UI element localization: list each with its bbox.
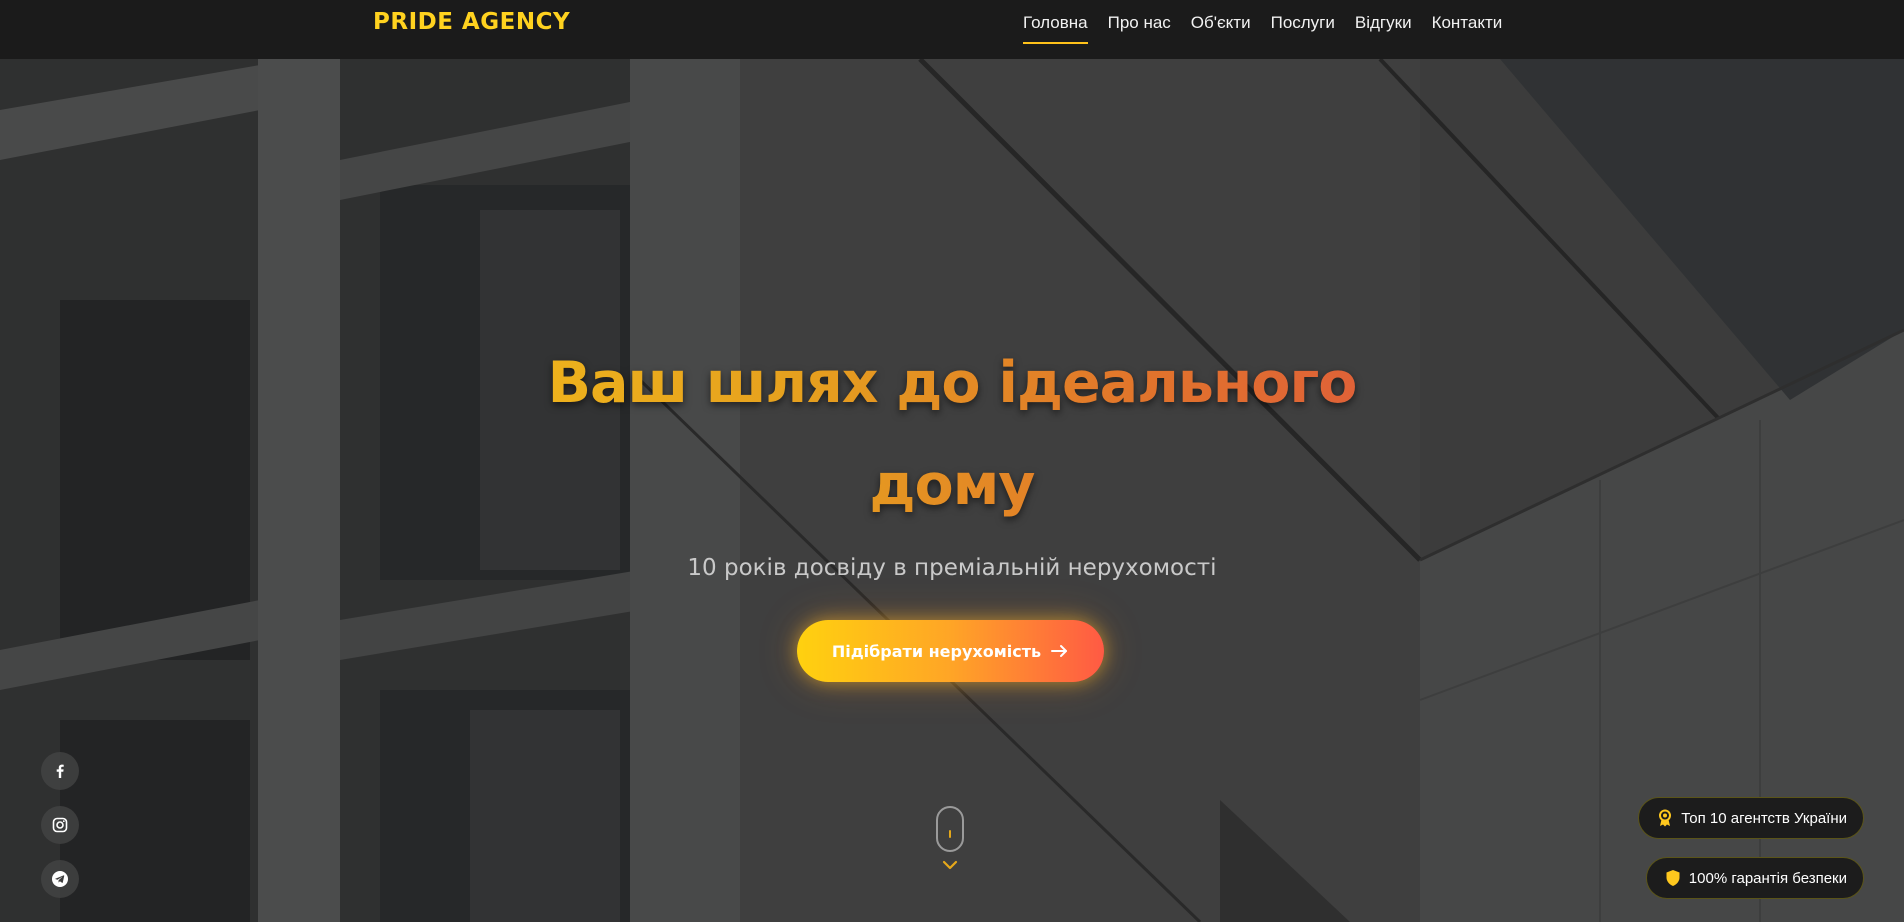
cta-label: Підібрати нерухомість bbox=[831, 641, 1042, 661]
logo[interactable]: PRIDE AGENCY bbox=[373, 9, 570, 35]
telegram-icon bbox=[52, 871, 68, 887]
chevron-down-icon[interactable] bbox=[942, 859, 958, 871]
instagram-icon bbox=[52, 817, 68, 833]
facebook-icon bbox=[56, 764, 64, 778]
nav-item-contacts[interactable]: Контакти bbox=[1432, 0, 1503, 33]
shield-icon bbox=[1666, 870, 1680, 886]
hero-subtitle: 10 років досвіду в преміальній нерухомос… bbox=[687, 555, 1217, 581]
site-header: PRIDE AGENCY Головна Про нас Об'єкти Пос… bbox=[0, 0, 1904, 59]
find-property-button[interactable]: Підібрати нерухомість bbox=[797, 620, 1104, 682]
nav-item-about[interactable]: Про нас bbox=[1108, 0, 1171, 33]
nav-item-home[interactable]: Головна bbox=[1023, 0, 1088, 44]
telegram-link[interactable] bbox=[41, 860, 79, 898]
safety-guarantee-badge: 100% гарантія безпеки bbox=[1645, 857, 1864, 899]
main-nav: Головна Про нас Об'єкти Послуги Відгуки … bbox=[1023, 0, 1502, 47]
nav-item-reviews[interactable]: Відгуки bbox=[1355, 0, 1412, 33]
page: PRIDE AGENCY Головна Про нас Об'єкти Пос… bbox=[0, 0, 1904, 922]
mouse-wheel bbox=[949, 830, 951, 838]
arrow-right-icon bbox=[1051, 645, 1068, 657]
top-agencies-badge: Топ 10 агентств України bbox=[1638, 797, 1864, 839]
hero-title-line1: Ваш шлях до ідеального bbox=[547, 350, 1357, 416]
facebook-link[interactable] bbox=[41, 752, 79, 790]
badge-label: Топ 10 агентств України bbox=[1681, 809, 1847, 827]
nav-item-objects[interactable]: Об'єкти bbox=[1191, 0, 1251, 33]
badge-label: 100% гарантія безпеки bbox=[1688, 869, 1847, 887]
instagram-link[interactable] bbox=[41, 806, 79, 844]
hero-title: Ваш шлях до ідеального дому bbox=[452, 332, 1452, 536]
award-icon bbox=[1659, 809, 1672, 827]
hero-title-line2: дому bbox=[869, 452, 1035, 518]
nav-item-services[interactable]: Послуги bbox=[1271, 0, 1335, 33]
scroll-mouse-icon[interactable] bbox=[936, 806, 964, 852]
